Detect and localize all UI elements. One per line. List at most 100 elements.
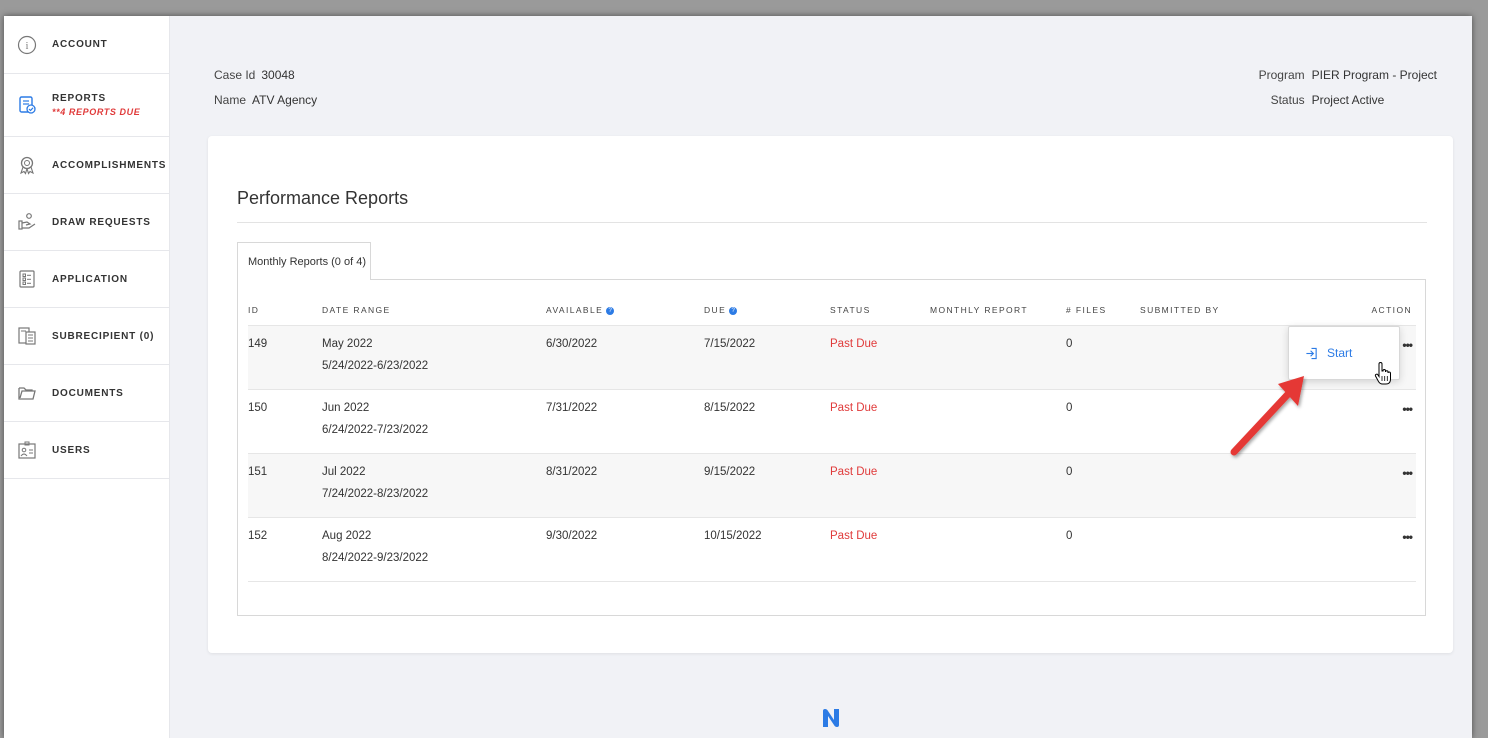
col-header-action: ACTION (1306, 296, 1416, 326)
sidebar-item-reports[interactable]: REPORTS **4 REPORTS DUE (4, 74, 169, 137)
cell-files: 0 (1066, 389, 1140, 454)
status-value: Project Active (1311, 93, 1385, 107)
cell-month: Jun 2022 (322, 401, 370, 414)
cell-monthly-report (930, 389, 1066, 454)
cell-due: 8/15/2022 (704, 389, 830, 454)
col-header-available-label: AVAILABLE (546, 305, 604, 316)
brand-logo (822, 708, 840, 733)
reports-icon (16, 94, 38, 116)
col-header-id: ID (248, 296, 322, 326)
divider (237, 222, 1427, 223)
cell-files: 0 (1066, 453, 1140, 518)
col-header-date-range: DATE RANGE (322, 296, 546, 326)
cell-submitted-by (1140, 517, 1306, 582)
program-value: PIER Program - Project (1311, 68, 1437, 82)
cell-available: 6/30/2022 (546, 325, 704, 390)
hand-cursor-icon (1374, 362, 1391, 385)
sidebar-item-account[interactable]: i ACCOUNT (4, 16, 169, 74)
name-label: Name (214, 93, 247, 107)
cell-range: 8/24/2022-9/23/2022 (322, 551, 429, 564)
status-label: Status (1270, 93, 1305, 107)
cell-due: 9/15/2022 (704, 453, 830, 518)
sidebar-item-label: SUBRECIPIENT (0) (52, 330, 155, 342)
cell-date-range: Jun 2022 6/24/2022-7/23/2022 (322, 389, 546, 454)
sign-in-icon (1306, 347, 1317, 359)
case-info: Case Id 30048 Name ATV Agency (214, 63, 317, 113)
cell-id: 152 (248, 517, 322, 582)
folder-icon (16, 382, 38, 404)
cell-id: 149 (248, 325, 322, 390)
info-icon: i (16, 34, 38, 56)
program-label: Program (1258, 68, 1305, 82)
sidebar-item-label: USERS (52, 444, 91, 456)
cell-status: Past Due (830, 453, 930, 518)
cell-range: 6/24/2022-7/23/2022 (322, 423, 429, 436)
cell-range: 5/24/2022-6/23/2022 (322, 359, 429, 372)
subrecipient-icon (16, 325, 38, 347)
cell-month: Aug 2022 (322, 529, 372, 542)
table-row: 152 Aug 2022 8/24/2022-9/23/2022 9/30/202… (248, 517, 1416, 582)
checklist-icon (16, 268, 38, 290)
cell-monthly-report (930, 453, 1066, 518)
cell-id: 150 (248, 389, 322, 454)
sidebar-item-label: DOCUMENTS (52, 387, 124, 399)
cell-status: Past Due (830, 325, 930, 390)
cell-date-range: Jul 2022 7/24/2022-8/23/2022 (322, 453, 546, 518)
cell-available: 8/31/2022 (546, 453, 704, 518)
cell-date-range: May 2022 5/24/2022-6/23/2022 (322, 325, 546, 390)
cell-monthly-report (930, 517, 1066, 582)
cell-available: 7/31/2022 (546, 389, 704, 454)
cell-due: 7/15/2022 (704, 325, 830, 390)
sidebar-item-application[interactable]: APPLICATION (4, 251, 169, 308)
cell-month: May 2022 (322, 337, 373, 350)
case-id-value: 30048 (261, 68, 295, 82)
col-header-submitted-by: SUBMITTED BY (1140, 296, 1306, 326)
sidebar-item-label: ACCOMPLISHMENTS (52, 159, 167, 171)
start-label: Start (1327, 346, 1353, 360)
col-header-available: AVAILABLE? (546, 296, 704, 326)
sidebar-item-draw-requests[interactable]: DRAW REQUESTS (4, 194, 169, 251)
svg-text:i: i (26, 41, 29, 52)
cell-month: Jul 2022 (322, 465, 366, 478)
sidebar-item-documents[interactable]: DOCUMENTS (4, 365, 169, 422)
sidebar-item-label: DRAW REQUESTS (52, 216, 151, 228)
cell-date-range: Aug 2022 8/24/2022-9/23/2022 (322, 517, 546, 582)
table-header-row: ID DATE RANGE AVAILABLE? DUE? STATUS MON… (248, 296, 1416, 326)
col-header-due: DUE? (704, 296, 830, 326)
cell-id: 151 (248, 453, 322, 518)
sidebar-item-users[interactable]: USERS (4, 422, 169, 479)
case-id-label: Case Id (214, 68, 256, 82)
sidebar-item-label: ACCOUNT (52, 39, 108, 50)
annotation-arrow-icon (1230, 376, 1304, 456)
cell-files: 0 (1066, 517, 1140, 582)
tab-monthly-reports[interactable]: Monthly Reports (0 of 4) (237, 242, 371, 280)
page-title: Performance Reports (237, 188, 409, 208)
sidebar-item-label: REPORTS (52, 93, 106, 104)
col-header-monthly-report: MONTHLY REPORT (930, 296, 1066, 326)
cell-files: 0 (1066, 325, 1140, 390)
start-report-button[interactable]: Start (1305, 346, 1352, 360)
cell-monthly-report (930, 325, 1066, 390)
name-value: ATV Agency (252, 93, 318, 107)
draw-request-icon (16, 211, 38, 233)
help-icon[interactable]: ? (729, 307, 738, 315)
users-icon (16, 439, 38, 461)
cell-available: 9/30/2022 (546, 517, 704, 582)
sidebar-item-accomplishments[interactable]: ACCOMPLISHMENTS (4, 137, 169, 194)
reports-due-badge: **4 REPORTS DUE (52, 107, 141, 117)
col-header-files: # FILES (1066, 296, 1140, 326)
sidebar-item-subrecipient[interactable]: SUBRECIPIENT (0) (4, 308, 169, 365)
cell-due: 10/15/2022 (704, 517, 830, 582)
col-header-status: STATUS (830, 296, 930, 326)
row-actions-button[interactable]: ••• (1306, 517, 1416, 582)
program-info: Program PIER Program - Project Status Proj… (1259, 63, 1437, 113)
row-actions-button[interactable]: ••• (1306, 453, 1416, 518)
help-icon[interactable]: ? (606, 307, 615, 315)
cell-range: 7/24/2022-8/23/2022 (322, 487, 429, 500)
sidebar: i ACCOUNT REPORTS **4 REPORTS DUE ACCOMP… (4, 16, 170, 738)
cell-status: Past Due (830, 517, 930, 582)
sidebar-item-label: APPLICATION (52, 273, 128, 285)
col-header-due-label: DUE (704, 305, 727, 316)
row-actions-button[interactable]: ••• (1306, 389, 1416, 454)
cell-status: Past Due (830, 389, 930, 454)
